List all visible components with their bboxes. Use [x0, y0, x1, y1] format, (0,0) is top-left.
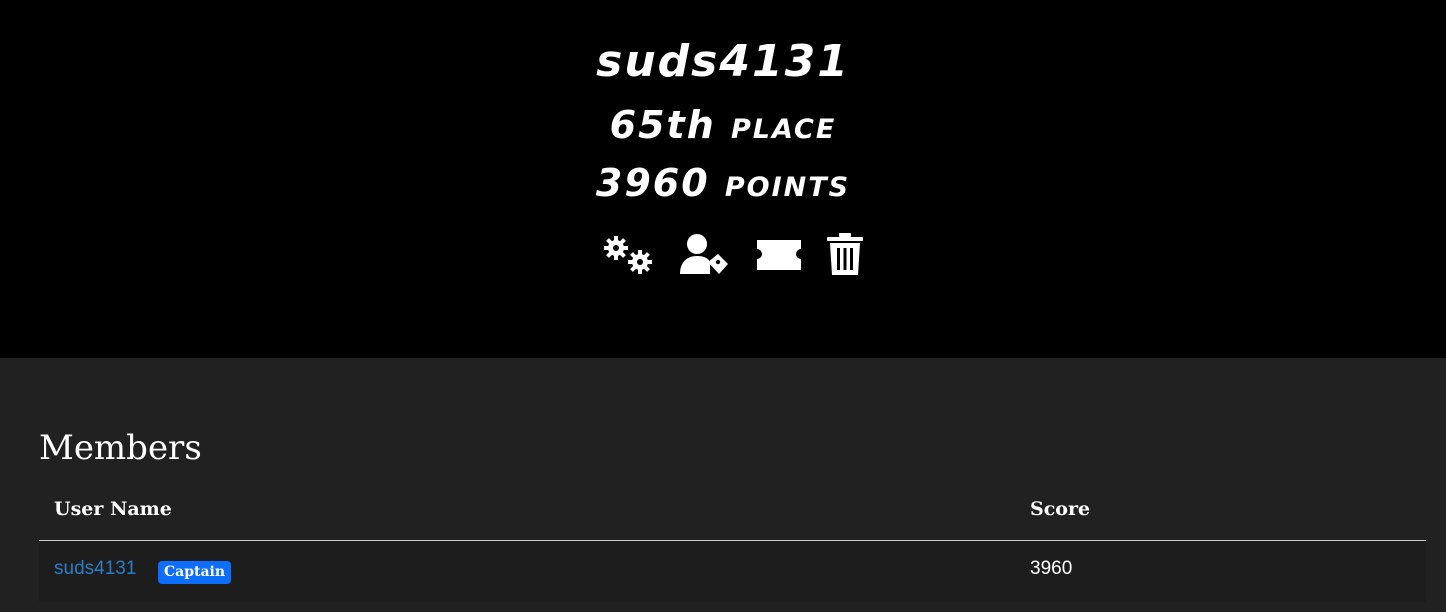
team-place: 65th place: [0, 100, 1446, 150]
gears-icon[interactable]: [602, 232, 654, 278]
members-title: Members: [39, 428, 202, 468]
member-score: 3960: [1030, 558, 1073, 579]
user-tag-icon[interactable]: [678, 232, 732, 278]
place-label: place: [731, 103, 837, 147]
column-header-score: Score: [1030, 498, 1091, 520]
member-user-link[interactable]: suds4131: [54, 558, 136, 580]
trash-icon[interactable]: [826, 232, 864, 278]
points-label: points: [724, 161, 851, 205]
table-row: suds4131 Captain 3960: [39, 541, 1426, 602]
team-actions: [0, 232, 1446, 280]
column-header-user-name: User Name: [54, 498, 172, 520]
points-number: 3960: [595, 161, 710, 205]
team-points: 3960 points: [0, 158, 1446, 208]
captain-badge: Captain: [158, 561, 232, 584]
ticket-icon[interactable]: [754, 232, 804, 278]
place-number: 65th: [609, 103, 716, 147]
team-name: suds4131: [596, 36, 850, 87]
team-header: suds4131 65th place 3960 points: [0, 0, 1446, 358]
